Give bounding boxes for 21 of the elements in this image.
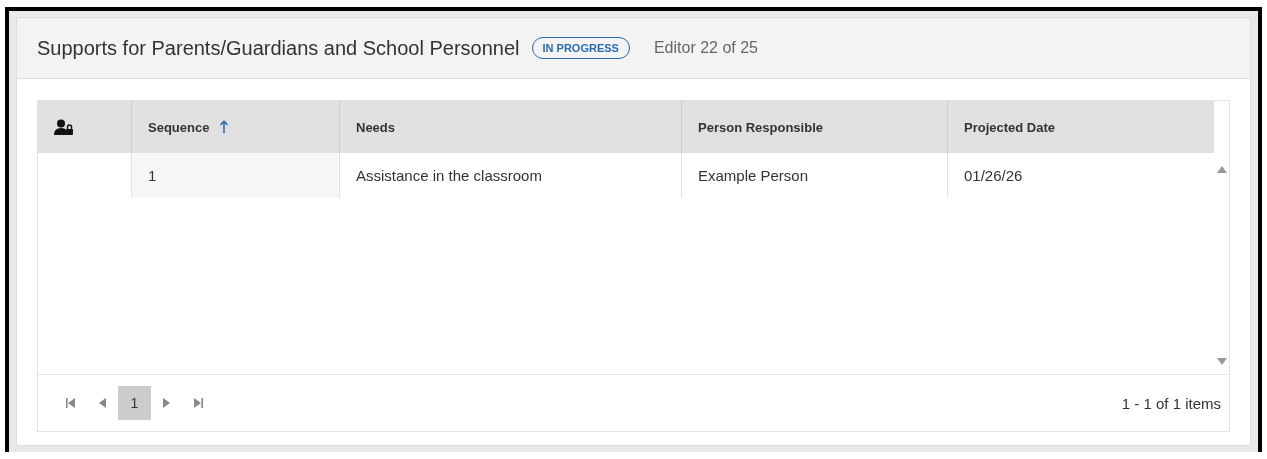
scroll-up-icon[interactable] [1216,165,1227,173]
user-lock-icon [54,119,74,135]
table-cell: 1 [148,167,157,184]
sort-up-icon [219,120,230,134]
table-cell: Assistance in the classroom [356,167,542,184]
editor-counter: Editor 22 of 25 [653,39,758,57]
next-page-icon[interactable] [163,398,170,408]
last-page-icon[interactable] [194,398,203,408]
previous-page-icon[interactable] [99,398,106,408]
scroll-down-icon[interactable] [1216,358,1227,366]
column-header[interactable]: Sequence [131,101,339,153]
items-summary: 1 - 1 of 1 items [1121,394,1221,412]
page-button[interactable]: 1 [118,386,151,420]
table-cell: 01/26/26 [964,167,1023,184]
column-header[interactable]: Person Responsible [681,101,947,153]
column-header[interactable]: Needs [339,101,681,153]
first-page-icon[interactable] [66,398,75,408]
column-header[interactable]: Projected Date [947,101,1214,153]
section-title: Supports for Parents/Guardians and School Personnel [37,36,520,60]
icon-column-header[interactable] [38,101,131,153]
table-cell: Example Person [698,167,809,184]
